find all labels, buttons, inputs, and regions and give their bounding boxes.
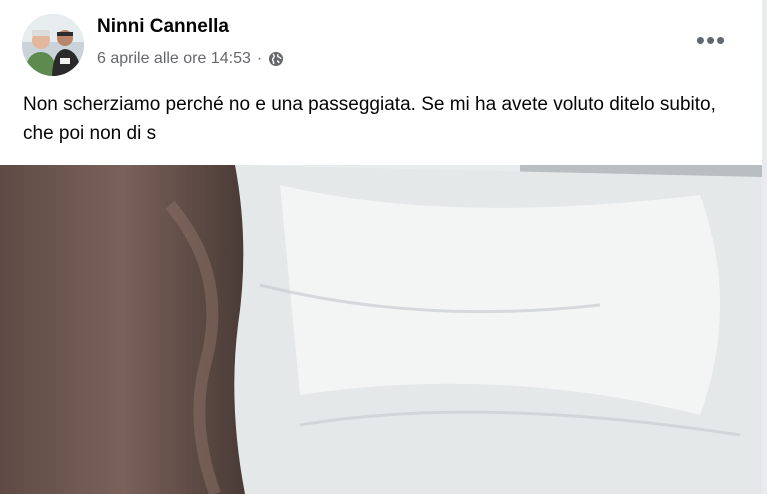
post-meta: 6 aprile alle ore 14:53 · xyxy=(97,50,284,68)
post-card: Ninni Cannella 6 aprile alle ore 14:53 ·… xyxy=(0,0,762,494)
globe-icon[interactable] xyxy=(268,51,284,67)
more-options-button[interactable]: ••• xyxy=(690,25,732,55)
meta-separator: · xyxy=(256,50,263,67)
photo-image xyxy=(0,165,762,494)
author-name[interactable]: Ninni Cannella xyxy=(97,16,229,38)
post-photo[interactable] xyxy=(0,165,762,494)
post-timestamp[interactable]: 6 aprile alle ore 14:53 xyxy=(97,50,251,68)
post-text: Non scherziamo perché no e una passeggia… xyxy=(23,94,716,144)
author-avatar[interactable] xyxy=(22,14,84,76)
avatar-photo xyxy=(22,14,84,76)
